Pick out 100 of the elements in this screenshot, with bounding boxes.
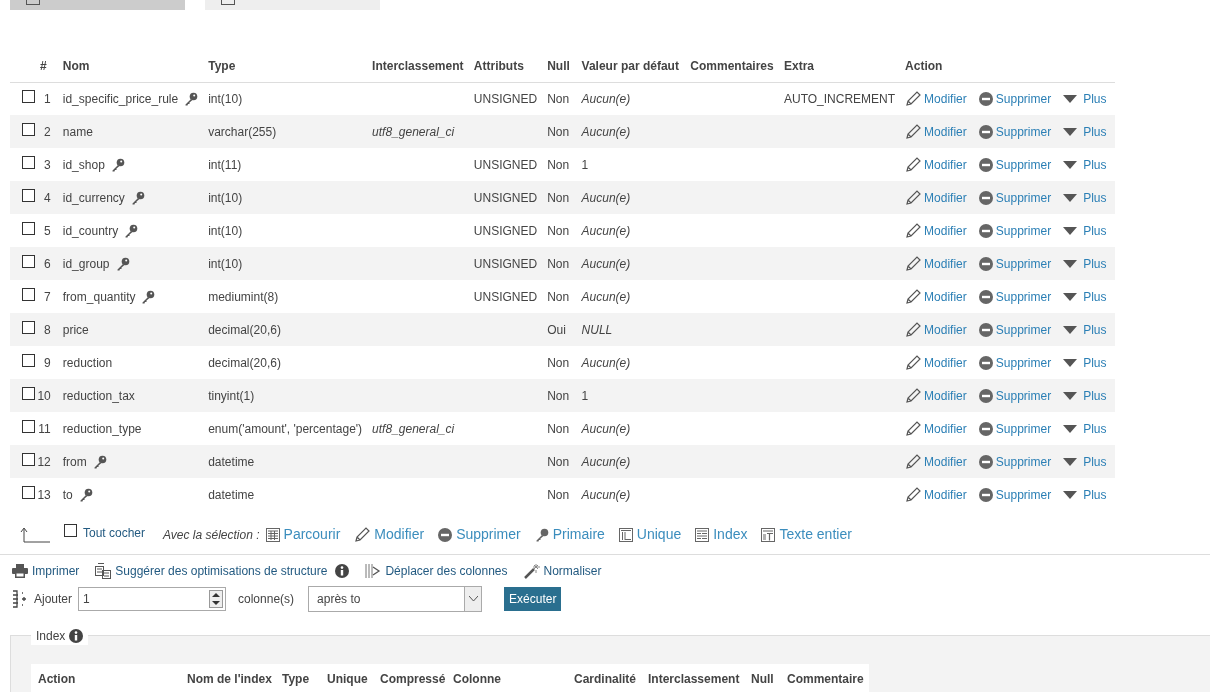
default-value: Aucun(e) — [576, 82, 686, 115]
delete-link[interactable]: Supprimer — [978, 287, 1052, 306]
column-name: reduction — [62, 354, 113, 372]
position-dropdown[interactable]: après to — [308, 586, 483, 612]
more-link[interactable]: Plus — [1063, 485, 1107, 504]
more-link[interactable]: Plus — [1063, 452, 1107, 471]
print-link[interactable]: Imprimer — [12, 562, 80, 580]
edit-link[interactable]: Modifier — [354, 524, 425, 545]
checkbox[interactable] — [22, 287, 35, 301]
edit-link[interactable]: Modifier — [905, 386, 967, 405]
primary-link[interactable]: Primaire — [534, 524, 605, 545]
column-header: Action — [37, 670, 77, 688]
delete-link[interactable]: Supprimer — [438, 524, 521, 545]
checkbox[interactable] — [22, 89, 35, 103]
delete-link[interactable]: Supprimer — [978, 452, 1052, 471]
pencil-icon — [905, 486, 922, 503]
column-header: Interclassement — [647, 670, 741, 688]
checkbox[interactable] — [22, 122, 35, 136]
move-link[interactable]: Déplacer des colonnes — [365, 562, 508, 580]
more-link[interactable]: Plus — [1063, 221, 1107, 240]
delete-link[interactable]: Supprimer — [978, 386, 1052, 405]
more-link[interactable]: Plus — [1063, 155, 1107, 174]
more-link[interactable]: Plus — [1063, 386, 1107, 405]
column-type: tinyint(1) — [203, 379, 368, 412]
edit-link[interactable]: Modifier — [905, 419, 967, 438]
checkbox[interactable] — [22, 254, 35, 268]
checkbox[interactable] — [22, 485, 35, 499]
edit-link[interactable]: Modifier — [905, 287, 967, 306]
delete-link[interactable]: Supprimer — [978, 89, 1052, 108]
column-header: Unique — [326, 670, 369, 688]
delete-link[interactable]: Supprimer — [978, 419, 1052, 438]
checkbox[interactable] — [22, 320, 35, 334]
normalize-link[interactable]: Normaliser — [523, 562, 602, 580]
edit-link[interactable]: Modifier — [905, 89, 967, 108]
spinner-arrows-icon[interactable] — [209, 590, 224, 608]
print-icon — [12, 564, 28, 578]
delete-link[interactable]: Supprimer — [978, 320, 1052, 339]
unique-link[interactable]: Unique — [618, 524, 682, 545]
index-link[interactable]: Index — [695, 524, 748, 545]
edit-link[interactable]: Modifier — [905, 188, 967, 207]
checkbox[interactable] — [22, 155, 35, 169]
column-header: Attributs — [468, 50, 543, 82]
edit-link[interactable]: Modifier — [905, 155, 967, 174]
delete-link[interactable]: Supprimer — [978, 122, 1052, 141]
more-link[interactable]: Plus — [1063, 122, 1107, 141]
extra: AUTO_INCREMENT — [784, 91, 896, 106]
edit-link[interactable]: Modifier — [905, 122, 967, 141]
delete-link[interactable]: Supprimer — [978, 485, 1052, 504]
fulltext-link[interactable]: Texte entier — [761, 524, 852, 545]
minus-circle-icon — [978, 487, 993, 502]
column-header: Extra — [779, 50, 901, 82]
execute-button[interactable]: Exécuter — [504, 587, 562, 611]
checkbox[interactable] — [22, 452, 35, 466]
delete-link[interactable]: Supprimer — [978, 221, 1052, 240]
number-field[interactable]: 1 — [78, 587, 227, 611]
fulltext-icon — [761, 527, 776, 542]
check-all[interactable]: Tout cocher — [64, 523, 146, 542]
row-number: 12 — [35, 445, 58, 478]
delete-link[interactable]: Supprimer — [978, 254, 1052, 273]
edit-link[interactable]: Modifier — [905, 221, 967, 240]
minus-circle-icon — [978, 322, 993, 337]
edit-link[interactable]: Modifier — [905, 320, 967, 339]
column-type: int(10) — [203, 82, 368, 115]
default-value: Aucun(e) — [576, 280, 686, 313]
delete-link[interactable]: Supprimer — [978, 353, 1052, 372]
info-icon — [335, 564, 350, 578]
column-name: from_quantity — [62, 288, 136, 306]
edit-link[interactable]: Modifier — [905, 353, 967, 372]
more-link[interactable]: Plus — [1063, 254, 1107, 273]
more-link[interactable]: Plus — [1063, 419, 1107, 438]
minus-circle-icon — [978, 91, 993, 106]
edit-link[interactable]: Modifier — [905, 452, 967, 471]
default-value: Aucun(e) — [576, 346, 686, 379]
more-link[interactable]: Plus — [1063, 89, 1107, 108]
checkbox[interactable] — [22, 188, 35, 202]
more-link[interactable]: Plus — [1063, 188, 1107, 207]
checkbox[interactable] — [22, 386, 35, 400]
caret-down-icon — [1063, 457, 1078, 466]
more-link[interactable]: Plus — [1063, 287, 1107, 306]
checkbox[interactable] — [22, 353, 35, 367]
edit-link[interactable]: Modifier — [905, 485, 967, 504]
column-header: Interclassement — [367, 50, 469, 82]
caret-down-icon — [1063, 193, 1078, 202]
optimize-link[interactable]: Suggérer des optimisations de structure — [95, 562, 328, 580]
more-link[interactable]: Plus — [1063, 320, 1107, 339]
pencil-icon — [905, 420, 922, 437]
browse-link[interactable]: Parcourir — [265, 524, 341, 545]
row-number: 6 — [35, 247, 58, 280]
delete-link[interactable]: Supprimer — [978, 155, 1052, 174]
edit-link[interactable]: Modifier — [905, 254, 967, 273]
checkbox[interactable] — [22, 419, 35, 433]
null-value: Non — [542, 379, 577, 412]
minus-circle-icon — [978, 388, 993, 403]
delete-link[interactable]: Supprimer — [978, 188, 1052, 207]
more-link[interactable]: Plus — [1063, 353, 1107, 372]
column-name: id_specific_price_rule — [62, 90, 179, 108]
column-type: mediumint(8) — [203, 280, 368, 313]
null-value: Non — [542, 115, 577, 148]
checkbox[interactable] — [22, 221, 35, 235]
row-number: 8 — [35, 313, 58, 346]
